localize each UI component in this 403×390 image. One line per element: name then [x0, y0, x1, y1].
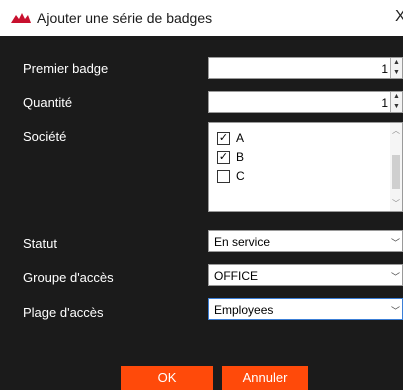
access-range-select[interactable]: Employees ﹀ [208, 298, 403, 320]
quantity-value: 1 [381, 96, 388, 110]
chevron-down-icon: ﹀ [390, 272, 400, 282]
scroll-down-icon[interactable]: ﹀ [392, 198, 400, 209]
company-option-label: B [236, 150, 245, 164]
first-badge-spinner[interactable]: ▲ ▼ [390, 58, 402, 78]
access-group-value: OFFICE [214, 269, 258, 283]
status-label: Statut [23, 236, 57, 251]
company-option-c[interactable]: C [217, 167, 245, 185]
access-group-select[interactable]: OFFICE ﹀ [208, 264, 403, 286]
scroll-thumb[interactable] [392, 155, 400, 189]
company-list[interactable]: ✓ A ✓ B C ︿ ﹀ [208, 122, 403, 212]
access-range-label: Plage d'accès [23, 305, 104, 320]
chevron-down-icon: ﹀ [390, 306, 400, 316]
company-option-label: A [236, 131, 245, 145]
status-select[interactable]: En service ﹀ [208, 230, 403, 252]
cancel-button[interactable]: Annuler [222, 366, 308, 390]
company-label: Société [23, 129, 67, 144]
chevron-up-icon[interactable]: ▲ [391, 58, 402, 68]
quantity-label: Quantité [23, 95, 73, 110]
company-option-a[interactable]: ✓ A [217, 129, 244, 147]
scroll-up-icon[interactable]: ︿ [392, 125, 400, 136]
status-value: En service [214, 235, 271, 249]
first-badge-value: 1 [381, 62, 388, 76]
dialog-title: Ajouter une série de badges [37, 10, 213, 26]
first-badge-label: Premier badge [23, 61, 109, 76]
checkbox-a[interactable]: ✓ [217, 131, 230, 145]
ok-button[interactable]: OK [121, 366, 213, 390]
app-logo-icon [11, 13, 31, 23]
title-bar: Ajouter une série de badges X [0, 0, 403, 36]
close-icon[interactable]: X [395, 8, 403, 26]
chevron-down-icon: ﹀ [390, 238, 400, 248]
chevron-up-icon[interactable]: ▲ [391, 92, 402, 102]
chevron-down-icon[interactable]: ▼ [391, 68, 402, 78]
quantity-input[interactable]: 1 ▲ ▼ [208, 91, 403, 113]
access-group-label: Groupe d'accès [23, 270, 114, 285]
company-option-b[interactable]: ✓ B [217, 148, 244, 166]
checkbox-c[interactable] [217, 169, 230, 183]
quantity-spinner[interactable]: ▲ ▼ [390, 92, 402, 112]
access-range-value: Employees [214, 303, 274, 317]
list-scrollbar[interactable]: ︿ ﹀ [390, 123, 402, 211]
first-badge-input[interactable]: 1 ▲ ▼ [208, 57, 403, 79]
chevron-down-icon[interactable]: ▼ [391, 102, 402, 112]
company-option-label: C [236, 169, 245, 183]
checkbox-b[interactable]: ✓ [217, 150, 230, 164]
